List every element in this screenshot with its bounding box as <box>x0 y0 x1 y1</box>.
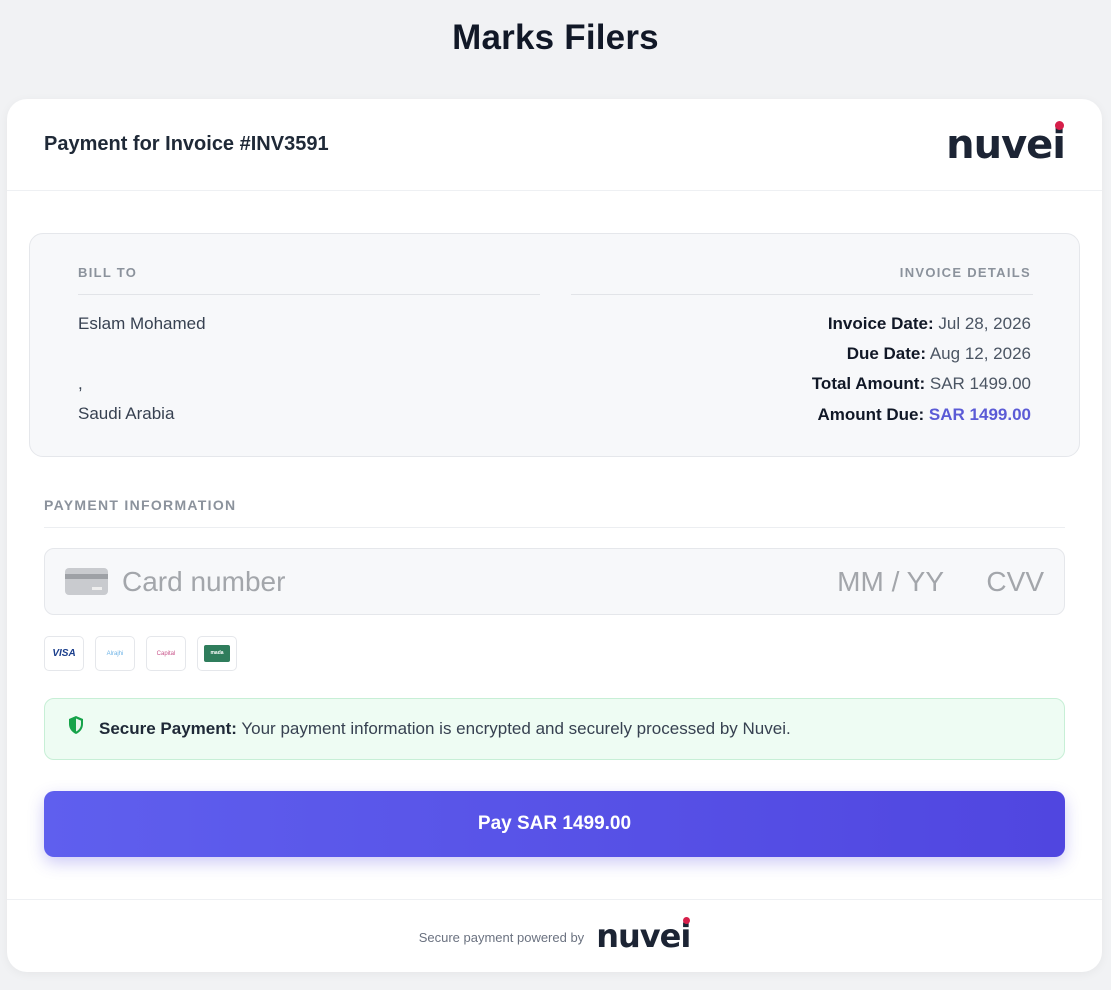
customer-name: Eslam Mohamed <box>78 314 206 333</box>
powered-by-text: Secure payment powered by <box>418 929 585 945</box>
invoice-title: Payment for Invoice #INV3591 <box>44 133 329 155</box>
nuvei-logo: nuvei <box>946 120 1066 168</box>
divider <box>44 527 1065 528</box>
nuvei-logo-text: nuvei <box>946 121 1066 168</box>
invoice-summary: BILL TO INVOICE DETAILS Eslam Mohamed , … <box>29 233 1080 457</box>
due-date-row: Due Date: Aug 12, 2026 <box>847 344 1031 364</box>
mada-brand-label: mada <box>204 645 230 662</box>
due-date-label: Due Date: <box>846 344 927 363</box>
total-amount-label: Total Amount: <box>811 374 926 393</box>
nuvei-footer-logo: nuvei <box>596 917 691 955</box>
shield-icon <box>69 716 83 734</box>
amount-due-label: Amount Due: <box>817 405 925 424</box>
nuvei-footer-logo-text: nuvei <box>596 917 691 955</box>
card-header: Payment for Invoice #INV3591 nuvei <box>7 99 1102 191</box>
total-amount-row: Total Amount: SAR 1499.00 <box>812 374 1031 394</box>
logo-dot-icon <box>1055 120 1064 130</box>
payment-information-label: PAYMENT INFORMATION <box>44 497 237 513</box>
secure-payment-text: Secure Payment: Your payment information… <box>99 719 791 739</box>
customer-address: , <box>78 374 83 393</box>
card-brand-3-icon: Capital <box>146 636 186 671</box>
divider <box>571 294 1033 295</box>
expiry-input[interactable] <box>824 565 944 598</box>
credit-card-icon <box>65 568 108 595</box>
payment-card: Payment for Invoice #INV3591 nuvei BILL … <box>7 99 1102 972</box>
invoice-details-label: INVOICE DETAILS <box>899 265 1031 280</box>
card-input-group <box>44 548 1065 615</box>
amount-due-value: SAR 1499.00 <box>928 405 1031 424</box>
card-number-input[interactable] <box>122 565 824 598</box>
pay-button[interactable]: Pay SAR 1499.00 <box>44 791 1065 857</box>
visa-brand-icon: VISA <box>44 636 84 671</box>
secure-payment-message: Your payment information is encrypted an… <box>236 719 791 738</box>
invoice-date-row: Invoice Date: Jul 28, 2026 <box>828 314 1031 334</box>
invoice-date-value: Jul 28, 2026 <box>938 314 1031 333</box>
card-footer: Secure payment powered by nuvei <box>7 899 1102 972</box>
secure-payment-title: Secure Payment: <box>99 719 237 738</box>
divider <box>78 294 540 295</box>
invoice-date-label: Invoice Date: <box>827 314 934 333</box>
amount-due-row: Amount Due: SAR 1499.00 <box>817 405 1031 425</box>
cvv-input[interactable] <box>982 565 1044 598</box>
due-date-value: Aug 12, 2026 <box>929 344 1031 363</box>
customer-country: Saudi Arabia <box>78 404 175 423</box>
card-brands: VISA Alrajhi Capital mada <box>44 636 237 671</box>
secure-payment-notice: Secure Payment: Your payment information… <box>44 698 1065 760</box>
total-amount-value: SAR 1499.00 <box>929 374 1031 393</box>
page-title: Marks Filers <box>452 18 659 57</box>
card-brand-2-icon: Alrajhi <box>95 636 135 671</box>
card-brand-4-icon: mada <box>197 636 237 671</box>
bill-to-label: BILL TO <box>78 265 138 280</box>
